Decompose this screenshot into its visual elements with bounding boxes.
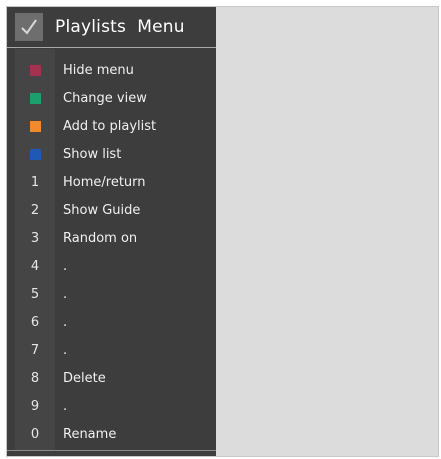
menu-item-label: Change view — [63, 90, 147, 106]
menu-item-label: Rename — [63, 426, 117, 442]
menu-item[interactable]: Add to playlist — [7, 112, 216, 140]
number-key: 1 — [30, 174, 40, 190]
menu-item-label: Show list — [63, 146, 122, 162]
bottom-divider — [7, 450, 216, 451]
number-key: 7 — [30, 342, 40, 358]
number-key: 8 — [30, 370, 40, 386]
menu-item-label: Random on — [63, 230, 138, 246]
menu-item-label: . — [63, 398, 68, 414]
playlists-menu-panel: Playlists Menu Hide menu Change view Add t… — [7, 7, 216, 456]
menu-item[interactable]: Change view — [7, 84, 216, 112]
menu-item-label: . — [63, 314, 68, 330]
menu-item[interactable]: 0 Rename — [7, 420, 216, 448]
content-area — [216, 7, 438, 456]
blue-key-icon — [15, 140, 55, 168]
menu-item[interactable]: 9. — [7, 392, 216, 420]
menu-item[interactable]: 8 Delete — [7, 364, 216, 392]
menu-list: Hide menu Change view Add to playlist Show … — [7, 56, 216, 448]
red-swatch — [29, 64, 41, 76]
number-key: 4 — [30, 258, 40, 274]
menu-item[interactable]: 4. — [7, 252, 216, 280]
menu-item[interactable]: 2 Show Guide — [7, 196, 216, 224]
menu-item-label: . — [63, 342, 68, 358]
menu-item-label: Hide menu — [63, 62, 134, 78]
menu-item[interactable]: 1 Home/return — [7, 168, 216, 196]
number-key: 9 — [30, 398, 40, 414]
number-key: 0 — [30, 426, 40, 442]
menu-item[interactable]: 5. — [7, 280, 216, 308]
menu-item[interactable]: 7. — [7, 336, 216, 364]
orange-key-icon — [15, 112, 55, 140]
menu-item-label: . — [63, 258, 68, 274]
number-key: 6 — [30, 314, 40, 330]
checkmark-icon — [15, 13, 43, 41]
green-key-icon — [15, 84, 55, 112]
menu-item[interactable]: Show list — [7, 140, 216, 168]
menu-item-label: Delete — [63, 370, 106, 386]
menu-header: Playlists Menu — [7, 7, 216, 48]
menu-item-label: . — [63, 286, 68, 302]
tv-screen: Playlists Menu Hide menu Change view Add t… — [6, 6, 439, 457]
number-key: 3 — [30, 230, 40, 246]
menu-title: Playlists Menu — [55, 17, 185, 37]
menu-item-label: Home/return — [63, 174, 146, 190]
menu-item[interactable]: Hide menu — [7, 56, 216, 84]
menu-item-label: Show Guide — [63, 202, 141, 218]
menu-item[interactable]: 3 Random on — [7, 224, 216, 252]
menu-item-label: Add to playlist — [63, 118, 157, 134]
blue-swatch — [29, 148, 41, 160]
menu-item[interactable]: 6. — [7, 308, 216, 336]
green-swatch — [29, 92, 41, 104]
number-key: 2 — [30, 202, 40, 218]
orange-swatch — [29, 120, 41, 132]
red-key-icon — [15, 56, 55, 84]
number-key: 5 — [30, 286, 40, 302]
